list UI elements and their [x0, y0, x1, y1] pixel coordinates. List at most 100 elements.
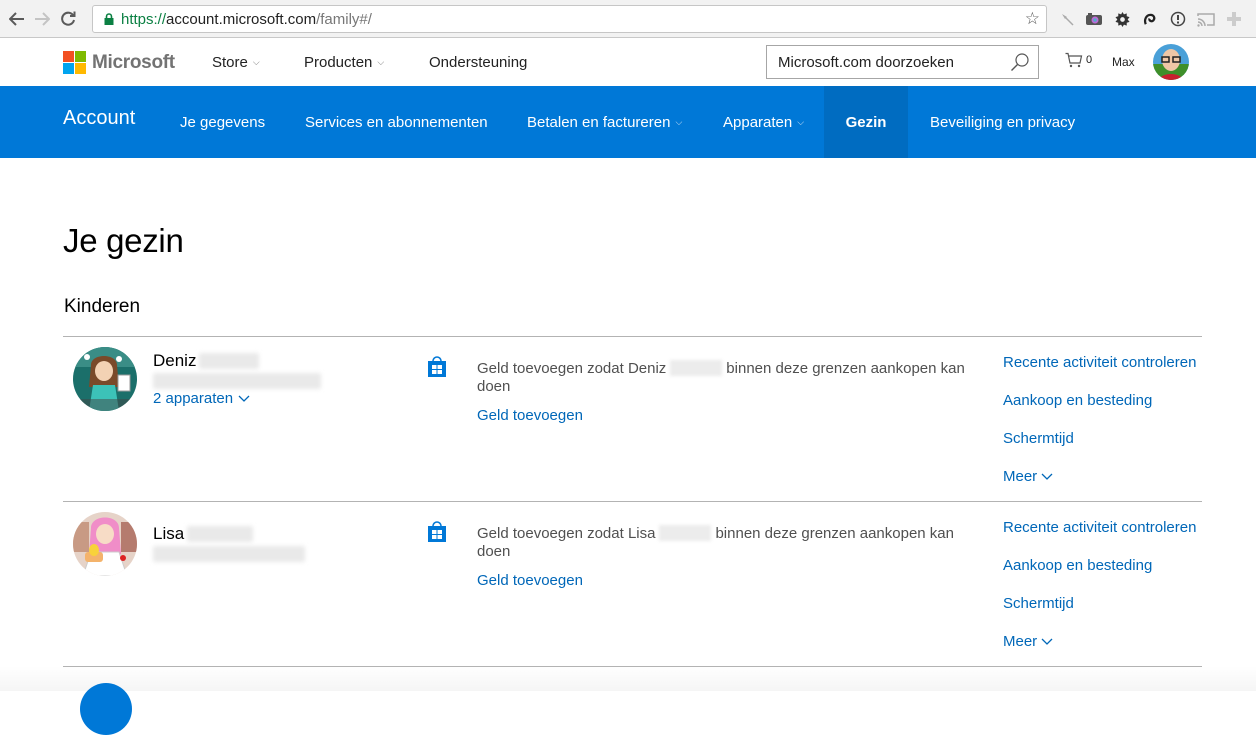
- recent-activity-link[interactable]: Recente activiteit controleren: [1003, 519, 1196, 557]
- forward-button[interactable]: [31, 8, 53, 30]
- purchase-spending-link[interactable]: Aankoop en besteding: [1003, 557, 1196, 595]
- arrow-left-icon: [9, 11, 24, 26]
- recent-activity-link[interactable]: Recente activiteit controleren: [1003, 354, 1196, 392]
- search-input[interactable]: [767, 53, 1002, 71]
- link-label: Aankoop en besteding: [1003, 557, 1153, 574]
- chevron-down-icon: ⌵: [675, 116, 683, 127]
- plus-icon[interactable]: [1224, 9, 1244, 29]
- redacted-email: [153, 373, 321, 389]
- add-money-description: Geld toevoegen zodat Deniz binnen deze gr…: [477, 360, 977, 396]
- chevron-down-icon: ⌵: [377, 56, 385, 67]
- arrow-right-icon: [35, 11, 50, 26]
- screen-time-link[interactable]: Schermtijd: [1003, 430, 1196, 468]
- link-label: Schermtijd: [1003, 430, 1074, 447]
- add-money-link[interactable]: Geld toevoegen: [477, 407, 583, 424]
- child-first-name: Lisa: [153, 524, 185, 543]
- tab-label: Services en abonnementen: [305, 113, 488, 131]
- reload-button[interactable]: [57, 8, 79, 30]
- link-label: Schermtijd: [1003, 595, 1074, 612]
- link-label: Recente activiteit controleren: [1003, 519, 1197, 536]
- screen-time-link[interactable]: Schermtijd: [1003, 595, 1196, 633]
- nav-store[interactable]: Store ⌵: [212, 38, 260, 86]
- user-avatar[interactable]: [1153, 44, 1189, 80]
- redacted-last-name: [199, 353, 260, 369]
- add-money-description: Geld toevoegen zodat Lisa binnen deze gre…: [477, 525, 957, 561]
- logo-text: Microsoft: [92, 51, 175, 73]
- child-avatar[interactable]: [73, 512, 137, 576]
- account-nav: Account Je gegevens Services en abonneme…: [0, 86, 1256, 158]
- url-scheme: https://: [121, 10, 167, 28]
- tab-label: Je gegevens: [180, 113, 266, 131]
- lock-icon: [101, 13, 117, 25]
- tab-beveiliging[interactable]: Beveiliging en privacy: [930, 86, 1075, 158]
- redacted-email: [153, 546, 305, 562]
- url-text: https://account.microsoft.com/family#/: [121, 11, 372, 28]
- link-label: Meer: [1003, 468, 1038, 485]
- child-name: Deniz: [153, 351, 260, 371]
- link-label: Aankoop en besteding: [1003, 392, 1153, 409]
- gear-icon[interactable]: [1112, 9, 1132, 29]
- pin-icon[interactable]: [1057, 9, 1077, 29]
- store-icon: [427, 356, 447, 383]
- tab-services[interactable]: Services en abonnementen: [305, 86, 488, 158]
- account-brand-link[interactable]: Account: [63, 107, 135, 130]
- tab-label: Beveiliging en privacy: [930, 113, 1076, 131]
- microsoft-logo[interactable]: Microsoft: [63, 51, 175, 74]
- nav-ondersteuning[interactable]: Ondersteuning: [429, 38, 527, 86]
- nav-producten-label: Producten: [304, 53, 373, 71]
- link-label: Recente activiteit controleren: [1003, 354, 1197, 371]
- search-box: [766, 45, 1039, 79]
- chevron-down-icon: [1041, 473, 1053, 480]
- section-title: Kinderen: [64, 296, 141, 317]
- nav-ondersteuning-label: Ondersteuning: [429, 53, 528, 71]
- bookmark-star-icon[interactable]: ☆: [1025, 9, 1040, 29]
- tab-label: Gezin: [845, 113, 887, 131]
- child-card: Deniz 2 apparaten Geld toevoegen zodat D…: [63, 337, 1202, 501]
- purchase-spending-link[interactable]: Aankoop en besteding: [1003, 392, 1196, 430]
- back-button[interactable]: [6, 8, 28, 30]
- child-first-name: Deniz: [153, 351, 197, 370]
- desc-text: Geld toevoegen zodat Lisa: [477, 525, 656, 542]
- site-header: Microsoft Store ⌵ Producten ⌵ Ondersteun…: [0, 38, 1256, 86]
- link-label: Meer: [1003, 633, 1038, 650]
- chevron-down-icon: ⌵: [252, 56, 260, 67]
- cart-button[interactable]: 0: [1065, 52, 1092, 68]
- devices-label: 2 apparaten: [153, 390, 234, 407]
- devices-toggle[interactable]: 2 apparaten: [153, 390, 250, 407]
- desc-text: Geld toevoegen zodat Deniz: [477, 360, 667, 377]
- chevron-down-icon: [1041, 638, 1053, 645]
- cart-icon: [1065, 52, 1083, 68]
- tab-betalen[interactable]: Betalen en factureren ⌵: [527, 86, 682, 158]
- tab-label: Betalen en factureren: [527, 113, 671, 131]
- user-name[interactable]: Max: [1112, 55, 1135, 69]
- child-actions: Recente activiteit controleren Aankoop e…: [1003, 519, 1196, 671]
- cart-count: 0: [1086, 54, 1093, 66]
- swirl-icon[interactable]: [1140, 9, 1160, 29]
- tab-label: Apparaten: [723, 113, 793, 131]
- url-path: /family#/: [316, 10, 372, 28]
- browser-toolbar: https://account.microsoft.com/family#/ ☆: [0, 0, 1256, 38]
- chevron-down-icon: ⌵: [797, 116, 805, 127]
- nav-producten[interactable]: Producten ⌵: [304, 38, 384, 86]
- camera-icon[interactable]: [1084, 9, 1104, 29]
- tab-apparaten[interactable]: Apparaten ⌵: [723, 86, 804, 158]
- add-money-link[interactable]: Geld toevoegen: [477, 572, 583, 589]
- url-host: account.microsoft.com: [166, 10, 317, 28]
- child-card: Lisa Geld toevoegen zodat Lisa binnen dez…: [63, 502, 1202, 666]
- nav-store-label: Store: [212, 53, 248, 71]
- child-name: Lisa: [153, 524, 254, 544]
- address-bar[interactable]: https://account.microsoft.com/family#/ ☆: [92, 5, 1047, 33]
- tab-gezin[interactable]: Gezin: [824, 86, 908, 158]
- child-actions: Recente activiteit controleren Aankoop e…: [1003, 354, 1196, 506]
- child-avatar[interactable]: [73, 347, 137, 411]
- page-title: Je gezin: [63, 222, 184, 259]
- info-icon[interactable]: [1168, 9, 1188, 29]
- cast-icon[interactable]: [1196, 9, 1216, 29]
- search-icon[interactable]: [1010, 52, 1030, 77]
- microsoft-logo-icon: [63, 51, 86, 74]
- divider: [63, 666, 1202, 667]
- reload-icon: [60, 11, 75, 26]
- tab-je-gegevens[interactable]: Je gegevens: [180, 86, 265, 158]
- redacted-last-name: [670, 360, 723, 376]
- redacted-last-name: [659, 525, 712, 541]
